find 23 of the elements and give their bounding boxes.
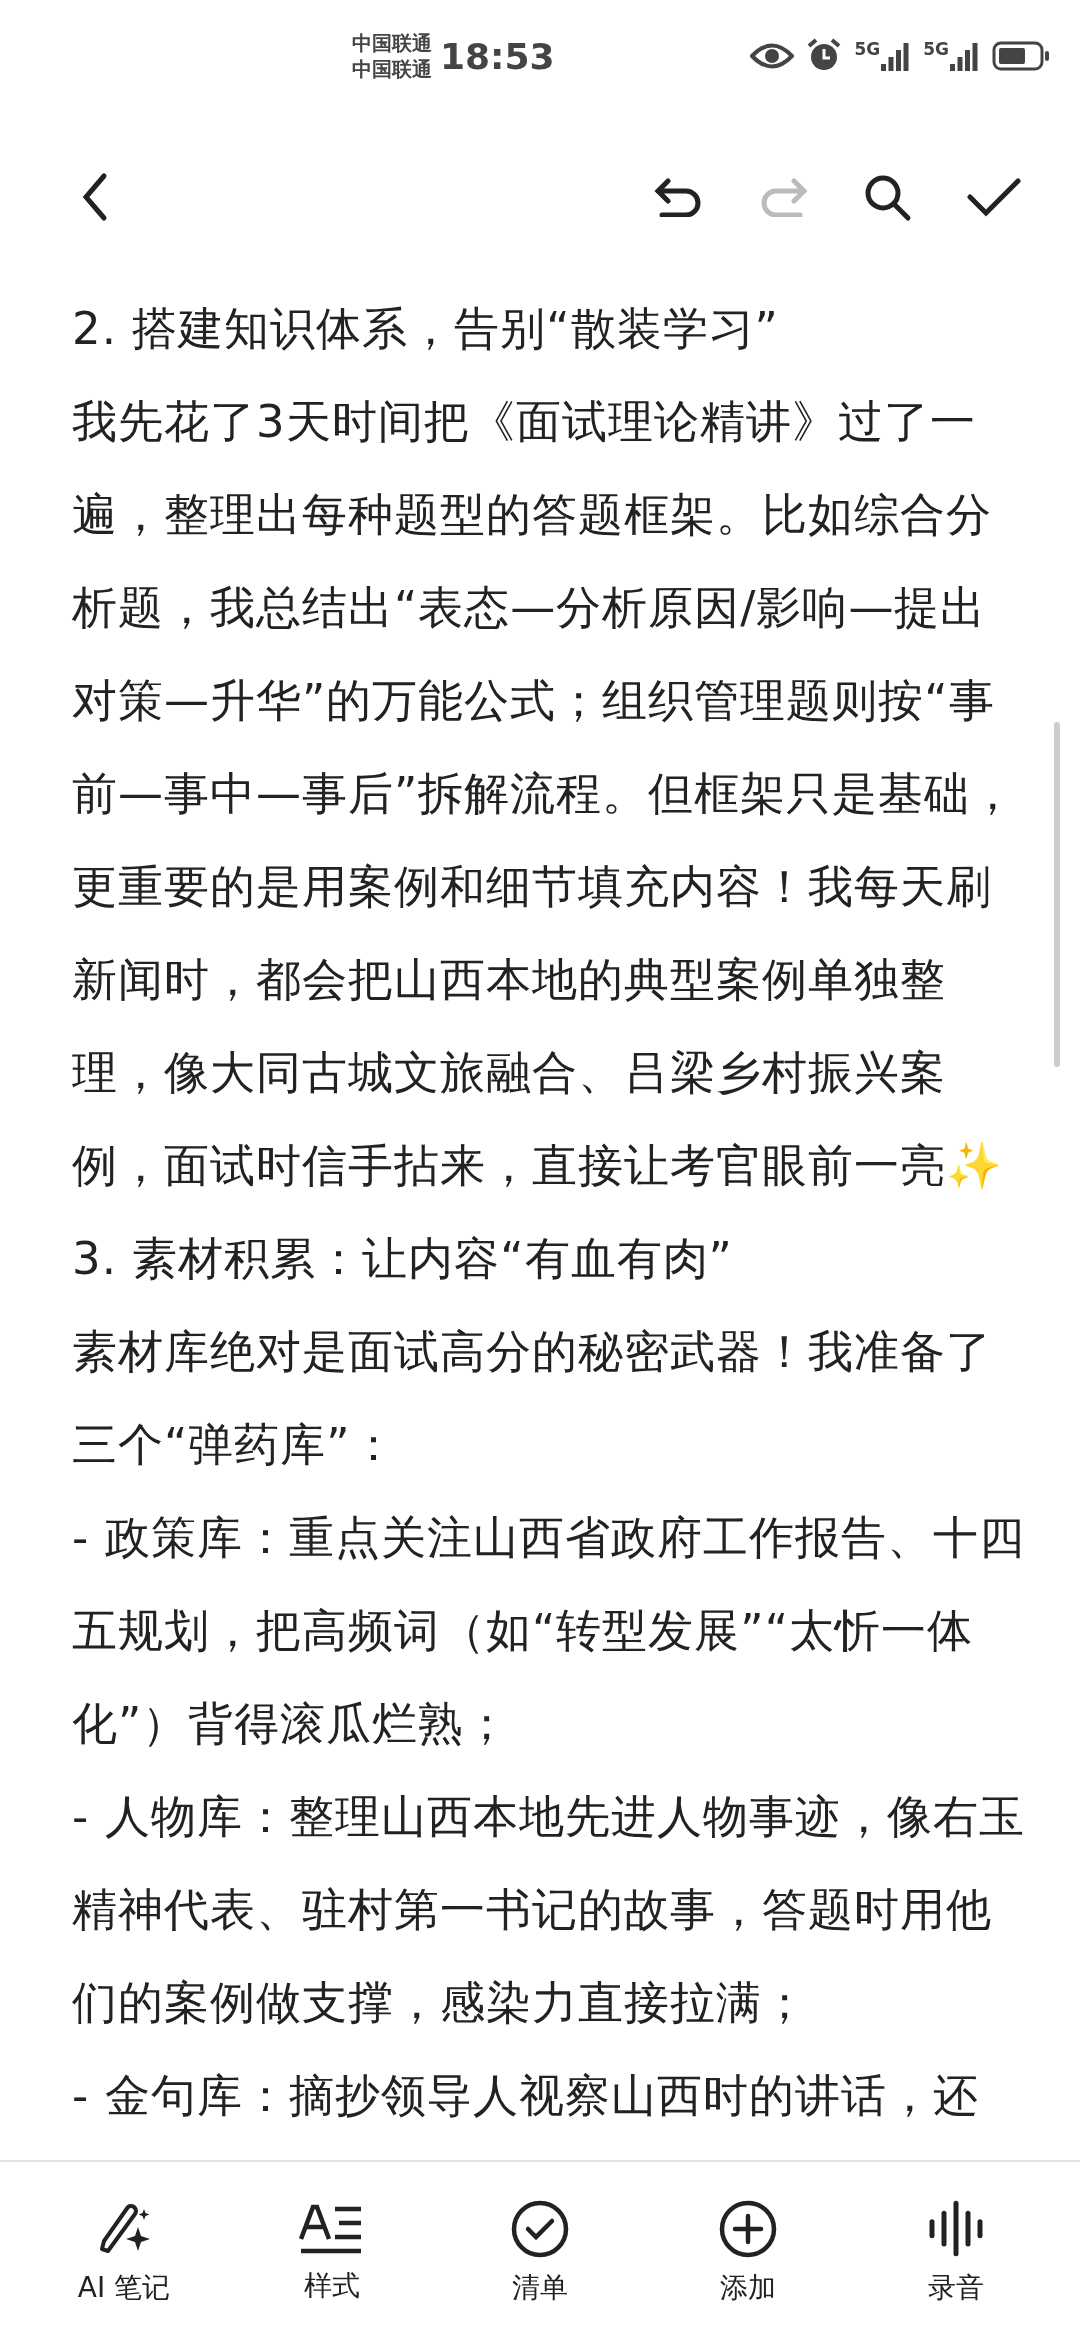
bottom-bar-button[interactable]: 样式 [257,2200,407,2306]
plus-circle-icon [718,2199,778,2259]
check-circle-icon [510,2199,570,2259]
note-paragraph: 3. 素材积累：让内容“有血有肉” [72,1231,734,1287]
battery-icon [992,41,1050,71]
note-paragraph: 2. 搭建知识体系，告别“散装学习” [72,301,780,357]
signal-icon [950,41,980,71]
note-paragraph: - 政策库：重点关注山西省政府工作报告、十四五规划，把高频词（如“转型发展”“太忻一体化”）背得滚瓜烂熟； [72,1510,1026,1752]
carrier-name: 中国联通 [352,30,432,56]
bottom-bar-button[interactable]: 录音 [881,2198,1031,2308]
note-paragraph: - 人物库：整理山西本地先进人物事迹，像右玉精神代表、驻村第一书记的故事，答题时用他们的案例做支撑，感染力直接拉满； [72,1789,1026,2031]
bottom-bar-button[interactable]: AI 笔记 [49,2198,199,2308]
network-type-label: 5G [854,41,881,58]
note-paragraph: 我先花了3天时间把《面试理论精讲》过了一遍，整理出每种题型的答题框架。比如综合分析题，我总结出“表态—分析原因/影响—提出对策—升华”的万能公式；组织管理题则按“事前—事中—事后”拆解流程。但框架只是基础，更重要的是用案例和细节填充内容！我每天刷新闻时，都会把山西本地的典型案例单独整理，像大同古城文旅融合、吕梁乡村振兴案例，面试时信手拈来，直接让考官眼前一亮✨ [72,394,1018,1194]
bottom-bar-button[interactable]: 添加 [673,2198,823,2308]
note-paragraph: 素材库绝对是面试高分的秘密武器！我准备了三个“弹药库”： [72,1324,993,1473]
carrier-name: 中国联通 [352,56,432,82]
note-paragraph: - 金句库：摘抄领导人视察山西时的讲话，还 [72,2068,980,2124]
clock-time: 18:53 [440,35,555,77]
signal-icon [881,41,912,71]
eye-icon [750,41,795,71]
network-type-label: 5G [923,41,949,58]
bottom-bar-button[interactable]: 清单 [465,2198,615,2308]
